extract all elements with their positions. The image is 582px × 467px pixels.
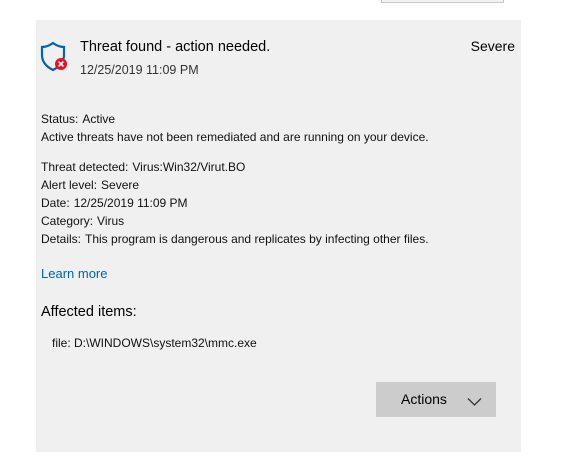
affected-items-heading: Affected items: — [41, 304, 137, 320]
detail-row-category: Category: Virus — [41, 213, 124, 229]
actions-dropdown-button[interactable]: Actions — [376, 382, 496, 417]
affected-file-item: file: D:\WINDOWS\system32\mmc.exe — [52, 336, 257, 350]
threat-card: Threat found - action needed. 12/25/2019… — [36, 20, 521, 452]
detail-row-alert-level: Alert level: Severe — [41, 177, 139, 193]
status-label: Status: — [41, 112, 79, 126]
shield-alert-icon — [40, 41, 70, 73]
detail-row-date: Date: 12/25/2019 11:09 PM — [41, 195, 188, 211]
status-description: Active threats have not been remediated … — [41, 130, 429, 144]
severity-label: Severe — [470, 38, 515, 54]
status-row: Status: Active — [41, 111, 115, 127]
learn-more-link[interactable]: Learn more — [41, 266, 107, 281]
detail-row-details: Details: This program is dangerous and re… — [41, 231, 429, 247]
detail-row-threat: Threat detected: Virus:Win32/Virut.BO — [41, 159, 245, 175]
detail-label: Date: — [41, 196, 70, 210]
detail-label: Category: — [41, 214, 94, 228]
chevron-down-icon — [467, 394, 482, 406]
detail-label: Details: — [41, 232, 82, 246]
actions-button-label: Actions — [401, 391, 447, 407]
detail-label: Alert level: — [41, 178, 98, 192]
detail-value: Severe — [101, 178, 140, 192]
detail-value: This program is dangerous and replicates… — [85, 232, 429, 246]
detail-value: 12/25/2019 11:09 PM — [73, 196, 188, 210]
status-value: Active — [82, 112, 116, 126]
top-button-edge — [381, 0, 504, 3]
detail-value: Virus:Win32/Virut.BO — [132, 160, 246, 174]
threat-title: Threat found - action needed. — [80, 39, 271, 55]
detail-value: Virus — [97, 214, 125, 228]
threat-timestamp: 12/25/2019 11:09 PM — [80, 63, 199, 77]
detail-label: Threat detected: — [41, 160, 129, 174]
